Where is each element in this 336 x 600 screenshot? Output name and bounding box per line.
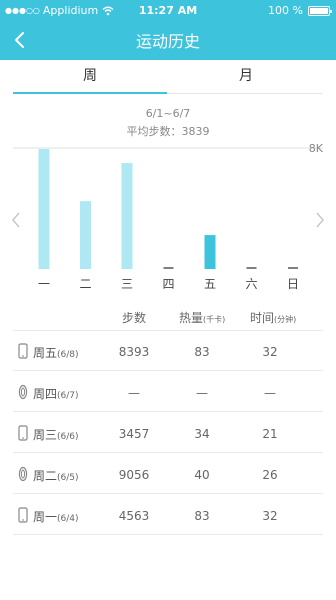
row-time: 32 <box>262 345 278 359</box>
x-tick-label: 六 <box>245 277 257 291</box>
row-day: 周二(6/5) <box>33 467 79 484</box>
battery-icon <box>308 5 332 16</box>
row-calories: — <box>196 386 208 400</box>
bar-0 <box>38 148 50 269</box>
steps-bar-chart: 8K 一 二 三 四 五 六 日 <box>13 142 324 291</box>
row-calories: 83 <box>194 345 210 359</box>
table-header: 步数 热量(千卡) 时间(分钟) <box>0 306 336 328</box>
status-bar: ●●●○○ Applidium 11:27 AM 100 % <box>0 0 336 20</box>
x-tick-label: 三 <box>121 277 133 291</box>
row-day-label: 周四 <box>33 387 58 401</box>
tab-week[interactable]: 周 <box>13 60 167 94</box>
row-steps: 9056 <box>118 468 150 482</box>
header-time: 时间(分钟) <box>250 309 296 326</box>
row-calories: 34 <box>194 427 210 441</box>
header-time-unit: (分钟) <box>274 315 297 324</box>
band-icon <box>18 466 28 482</box>
row-steps: 3457 <box>118 427 150 441</box>
header-calories-unit: (千卡) <box>203 315 226 324</box>
row-date: (6/6) <box>57 432 79 442</box>
row-day: 周四(6/7) <box>33 385 79 402</box>
row-time: 21 <box>262 427 278 441</box>
row-date: (6/5) <box>57 473 79 483</box>
row-steps: — <box>128 386 140 400</box>
x-tick-label: 一 <box>38 277 50 291</box>
x-tick-label: 五 <box>204 277 216 291</box>
status-right: 100 % <box>268 4 332 17</box>
table-row[interactable]: 周二(6/5) 9056 40 26 <box>0 454 336 494</box>
x-tick-label: 四 <box>162 277 174 291</box>
average-steps: 平均步数：3839 <box>126 125 210 138</box>
phone-icon <box>18 343 28 359</box>
row-day: 周五(6/8) <box>33 344 79 361</box>
tab-active-indicator <box>13 92 167 94</box>
x-tick-label: 二 <box>79 277 91 291</box>
phone-icon <box>18 425 28 441</box>
table-row[interactable]: 周三(6/6) 3457 34 21 <box>0 413 336 453</box>
nav-bar: 运动历史 <box>0 20 336 60</box>
row-divider <box>13 493 323 494</box>
row-date: (6/7) <box>57 391 79 401</box>
bar-2 <box>121 163 133 269</box>
row-divider <box>13 411 323 412</box>
tab-month[interactable]: 月 <box>169 60 323 94</box>
row-day: 周一(6/4) <box>33 508 79 525</box>
row-divider <box>13 534 323 535</box>
x-tick-label: 日 <box>287 277 299 291</box>
row-day-label: 周一 <box>33 510 58 524</box>
row-date: (6/4) <box>57 514 79 524</box>
tab-divider <box>167 93 323 94</box>
date-range: 6/1~6/7 <box>145 107 191 120</box>
row-day-label: 周二 <box>33 469 58 483</box>
phone-icon <box>18 507 28 523</box>
row-divider <box>13 452 323 453</box>
table-row[interactable]: 周五(6/8) 8393 83 32 <box>0 331 336 371</box>
table-row[interactable]: 周一(6/4) 4563 83 32 <box>0 495 336 535</box>
battery-label: 100 % <box>268 4 303 17</box>
row-day: 周三(6/6) <box>33 426 79 443</box>
previous-week-icon[interactable] <box>8 210 24 230</box>
page-title: 运动历史 <box>135 32 200 51</box>
header-calories-label: 热量 <box>179 311 204 325</box>
row-time: 32 <box>262 509 278 523</box>
bar-1 <box>80 201 91 269</box>
row-day-label: 周五 <box>33 346 58 360</box>
next-week-icon[interactable] <box>312 210 328 230</box>
period-tabs: 周 月 <box>0 60 336 94</box>
row-divider <box>13 370 323 371</box>
row-steps: 8393 <box>118 345 150 359</box>
bar-4 <box>204 235 216 269</box>
y-max-label: 8K <box>309 142 324 155</box>
table-row[interactable]: 周四(6/7) — — — <box>0 372 336 412</box>
header-time-label: 时间 <box>250 311 275 325</box>
app-header: ●●●○○ Applidium 11:27 AM 100 % 运动历史 <box>0 0 336 60</box>
row-steps: 4563 <box>118 509 150 523</box>
row-calories: 83 <box>194 509 210 523</box>
row-calories: 40 <box>194 468 210 482</box>
row-day-label: 周三 <box>33 428 58 442</box>
header-calories: 热量(千卡) <box>179 309 225 326</box>
band-icon <box>18 384 28 400</box>
header-steps: 步数 <box>122 311 147 325</box>
row-time: 26 <box>262 468 278 482</box>
row-time: — <box>264 386 276 400</box>
row-date: (6/8) <box>57 350 79 360</box>
